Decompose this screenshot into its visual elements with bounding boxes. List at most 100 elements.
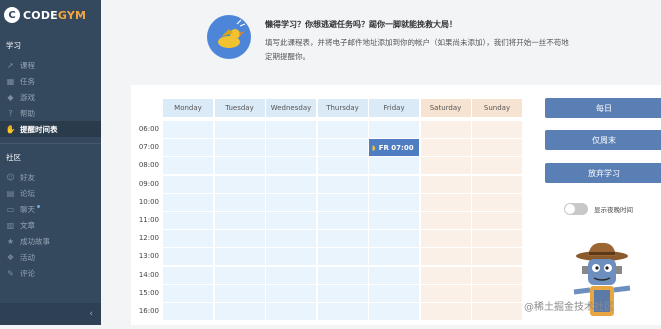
schedule-cell[interactable]	[214, 175, 265, 193]
schedule-cell[interactable]	[420, 193, 471, 211]
schedule-cell[interactable]	[317, 175, 368, 193]
schedule-cell[interactable]	[163, 175, 213, 193]
night-time-toggle[interactable]	[564, 203, 588, 215]
reminder-event-label: FR 07:00	[378, 143, 414, 152]
schedule-cell[interactable]	[266, 266, 316, 284]
schedule-cell[interactable]	[472, 157, 522, 175]
schedule-cell[interactable]	[317, 212, 368, 229]
schedule-cell[interactable]	[317, 230, 368, 248]
sidebar-item-reminder[interactable]: ✋ 提醒时间表	[0, 121, 101, 137]
schedule-cell[interactable]	[266, 121, 316, 138]
schedule-cell[interactable]	[163, 230, 213, 248]
schedule-cell[interactable]	[163, 284, 213, 302]
schedule-cell[interactable]	[266, 193, 316, 211]
schedule-cell[interactable]	[369, 230, 419, 248]
sidebar-item-gamepad[interactable]: ◆ 游戏	[0, 89, 101, 105]
schedule-cell[interactable]	[214, 266, 265, 284]
schedule-cell[interactable]	[163, 121, 213, 138]
schedule-cell[interactable]	[420, 230, 471, 248]
schedule-cell[interactable]	[214, 303, 265, 320]
schedule-cell[interactable]	[420, 175, 471, 193]
sidebar-item-chat[interactable]: ▭ 聊天	[0, 201, 101, 217]
schedule-cell[interactable]	[266, 212, 316, 229]
schedule-cell[interactable]	[472, 303, 522, 320]
schedule-cell[interactable]	[369, 266, 419, 284]
day-header-friday: Friday	[369, 99, 419, 117]
schedule-cell[interactable]	[214, 157, 265, 175]
schedule-cell[interactable]	[266, 248, 316, 266]
watermark: @稀土掘金技术社区	[524, 302, 614, 313]
schedule-cell[interactable]	[472, 284, 522, 302]
schedule-cell[interactable]	[472, 266, 522, 284]
give-up-button[interactable]: 放弃学习	[545, 163, 661, 183]
schedule-cell[interactable]	[317, 193, 368, 211]
schedule-cell[interactable]	[214, 121, 265, 138]
schedule-cell[interactable]	[163, 139, 213, 157]
schedule-cell[interactable]	[214, 248, 265, 266]
schedule-cell[interactable]	[420, 139, 471, 157]
schedule-cell[interactable]	[266, 157, 316, 175]
schedule-cell[interactable]	[266, 139, 316, 157]
schedule-cell[interactable]	[369, 121, 419, 138]
schedule-cell[interactable]	[163, 212, 213, 229]
schedule-cell[interactable]	[163, 193, 213, 211]
sidebar-item-forum[interactable]: ▤ 论坛	[0, 185, 101, 201]
schedule-cell[interactable]	[266, 284, 316, 302]
sidebar-item-task[interactable]: ▦ 任务	[0, 73, 101, 89]
sidebar-item-comment[interactable]: ✎ 评论	[0, 265, 101, 281]
schedule-cell[interactable]	[163, 266, 213, 284]
schedule-cell[interactable]	[420, 303, 471, 320]
schedule-cell[interactable]	[472, 248, 522, 266]
schedule-cell[interactable]	[163, 248, 213, 266]
schedule-cell[interactable]	[214, 230, 265, 248]
sidebar-collapse-button[interactable]: ‹	[0, 303, 101, 325]
schedule-cell[interactable]	[317, 266, 368, 284]
schedule-cell[interactable]	[472, 139, 522, 157]
schedule-cell[interactable]	[317, 248, 368, 266]
schedule-cell[interactable]	[369, 193, 419, 211]
schedule-cell[interactable]	[472, 175, 522, 193]
schedule-cell[interactable]	[317, 157, 368, 175]
weekend-only-button[interactable]: 仅周末	[545, 130, 661, 150]
reminder-event[interactable]: ◗ FR 07:00	[369, 139, 419, 157]
schedule-cell[interactable]	[214, 139, 265, 157]
time-label: 08:00	[138, 161, 159, 170]
schedule-cell[interactable]	[420, 248, 471, 266]
sidebar-item-article[interactable]: ▥ 文章	[0, 217, 101, 233]
schedule-cell[interactable]	[472, 193, 522, 211]
schedule-cell[interactable]	[369, 303, 419, 320]
schedule-cell[interactable]	[420, 157, 471, 175]
schedule-cell[interactable]	[266, 303, 316, 320]
sidebar-item-friends[interactable]: ☺ 好友	[0, 169, 101, 185]
codegym-logo[interactable]: C CODEGYM	[0, 0, 101, 30]
schedule-cell[interactable]	[317, 284, 368, 302]
sidebar-item-label: 活动	[20, 252, 35, 262]
schedule-cell[interactable]	[369, 248, 419, 266]
schedule-cell[interactable]	[369, 175, 419, 193]
schedule-cell[interactable]	[472, 230, 522, 248]
sidebar-item-rocket[interactable]: ➚ 课程	[0, 57, 101, 73]
daily-button[interactable]: 每日	[545, 98, 661, 118]
schedule-cell[interactable]	[472, 212, 522, 229]
schedule-cell[interactable]	[266, 230, 316, 248]
schedule-cell[interactable]	[317, 303, 368, 320]
schedule-cell[interactable]	[420, 266, 471, 284]
schedule-cell[interactable]	[214, 212, 265, 229]
schedule-cell[interactable]	[163, 157, 213, 175]
schedule-cell[interactable]	[317, 121, 368, 138]
sidebar-item-help[interactable]: ? 帮助	[0, 105, 101, 121]
schedule-cell[interactable]	[317, 139, 368, 157]
schedule-cell[interactable]	[420, 121, 471, 138]
schedule-cell[interactable]	[420, 212, 471, 229]
schedule-cell[interactable]	[472, 121, 522, 138]
schedule-cell[interactable]	[163, 303, 213, 320]
schedule-cell[interactable]	[214, 284, 265, 302]
sidebar-item-activity[interactable]: ❖ 活动	[0, 249, 101, 265]
schedule-cell[interactable]	[369, 212, 419, 229]
schedule-cell[interactable]	[266, 175, 316, 193]
sidebar-item-success-stories[interactable]: ★ 成功故事	[0, 233, 101, 249]
schedule-cell[interactable]	[369, 284, 419, 302]
schedule-cell[interactable]	[369, 157, 419, 175]
schedule-cell[interactable]	[420, 284, 471, 302]
schedule-cell[interactable]	[214, 193, 265, 211]
